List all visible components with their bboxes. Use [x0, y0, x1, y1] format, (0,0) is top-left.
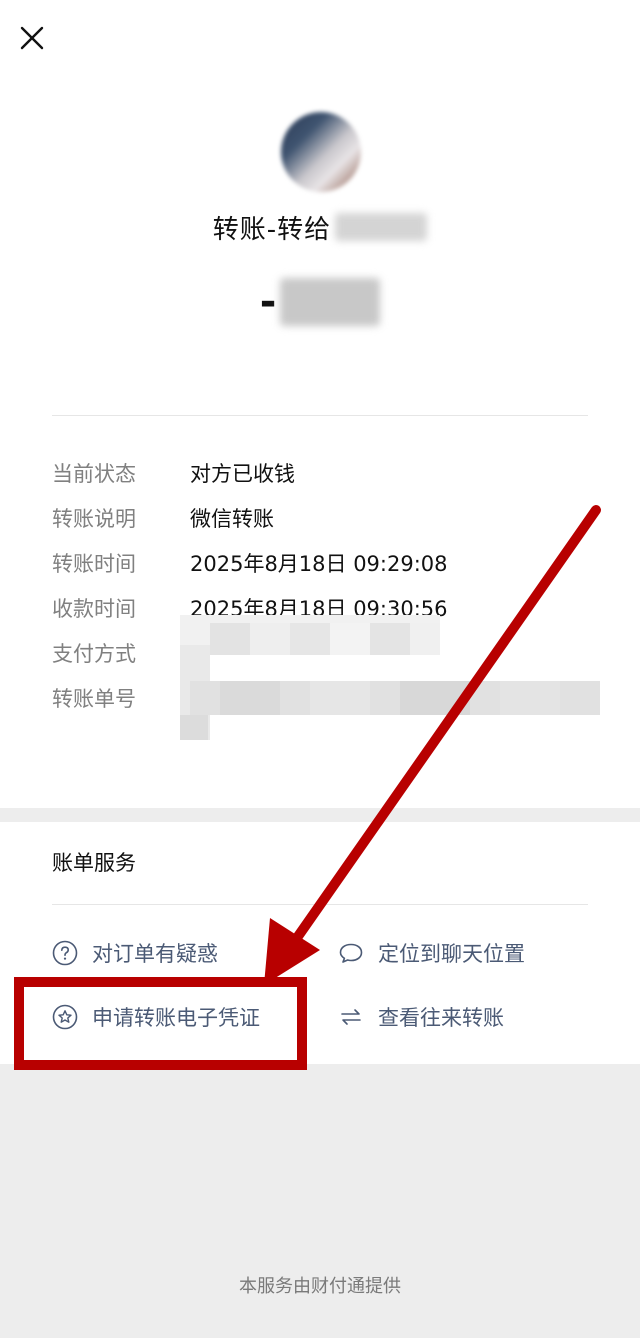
close-button[interactable] [14, 20, 50, 56]
locate-chat-label: 定位到聊天位置 [378, 942, 525, 966]
recipient-name-redacted [335, 213, 428, 241]
footer-provider-text: 本服务由财付通提供 [239, 1276, 401, 1297]
order-question-label: 对订单有疑惑 [92, 942, 218, 966]
order-question-button[interactable]: 对订单有疑惑 [52, 938, 218, 968]
info-label: 收款时间 [52, 596, 136, 621]
chat-bubble-icon [339, 943, 363, 963]
info-label: 当前状态 [52, 461, 136, 486]
transfer-title-text: 转账-转给 [212, 214, 332, 245]
info-row-description: 转账说明 微信转账 [52, 495, 592, 540]
recipient-avatar [281, 112, 361, 192]
view-transfers-label: 查看往来转账 [378, 1006, 504, 1030]
divider [52, 415, 588, 416]
info-row-status: 当前状态 对方已收钱 [52, 450, 592, 495]
info-row-transfer-time: 转账时间 2025年8月18日 09:29:08 [52, 540, 592, 585]
info-value: 对方已收钱 [190, 461, 295, 486]
info-label: 转账时间 [52, 551, 136, 576]
info-label: 支付方式 [52, 641, 136, 666]
divider [52, 904, 588, 905]
swap-arrows-icon [341, 1009, 361, 1025]
transfer-title: 转账-转给 [0, 205, 640, 249]
amount-sign: - [259, 279, 277, 325]
transfer-detail-card: 转账-转给 - 当前状态 对方已收钱 转账说明 微信转账 转账时间 2025年8… [0, 0, 640, 808]
info-value: 微信转账 [190, 506, 274, 531]
locate-chat-button[interactable]: 定位到聊天位置 [338, 938, 525, 968]
question-circle-icon [52, 940, 78, 966]
redaction-mask [180, 615, 600, 740]
star-circle-icon [52, 1004, 78, 1030]
info-label: 转账单号 [52, 686, 136, 711]
bill-services-card: 账单服务 对订单有疑惑 定位到聊天位置 申请转账电子凭证 查看往来转账 [0, 822, 640, 1064]
view-transfers-button[interactable]: 查看往来转账 [338, 1002, 504, 1032]
info-label: 转账说明 [52, 506, 136, 531]
info-value: 2025年8月18日 09:29:08 [190, 551, 448, 576]
apply-e-voucher-button[interactable]: 申请转账电子凭证 [52, 1002, 260, 1032]
transfer-amount: - [0, 272, 640, 332]
apply-e-voucher-label: 申请转账电子凭证 [92, 1006, 260, 1030]
close-icon [20, 26, 44, 50]
bill-services-title: 账单服务 [52, 851, 136, 875]
amount-redacted [280, 278, 381, 326]
